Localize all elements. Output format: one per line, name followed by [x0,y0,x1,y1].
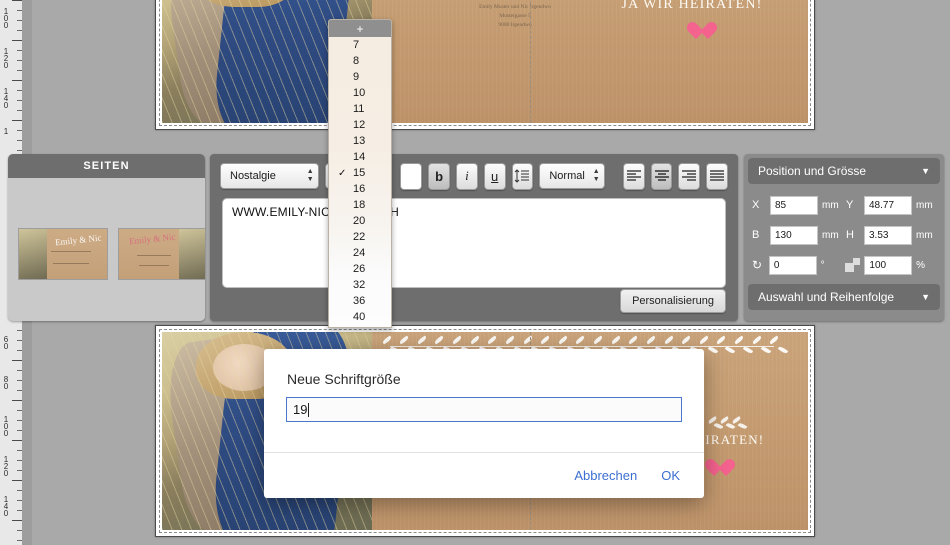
dialog-footer: Abbrechen OK [264,452,704,498]
font-size-input-value: 19 [293,402,308,417]
dialog-scrim: Neue Schriftgröße 19 Abbrechen OK [0,0,950,545]
ok-button[interactable]: OK [661,468,680,483]
dialog-title: Neue Schriftgröße [287,371,401,387]
new-font-size-dialog: Neue Schriftgröße 19 Abbrechen OK [264,349,704,498]
text-cursor [308,402,310,417]
app-root: 10012014016080100120140 Emily Muster und… [0,0,950,545]
font-size-input[interactable]: 19 [286,397,682,422]
cancel-button[interactable]: Abbrechen [574,468,637,483]
